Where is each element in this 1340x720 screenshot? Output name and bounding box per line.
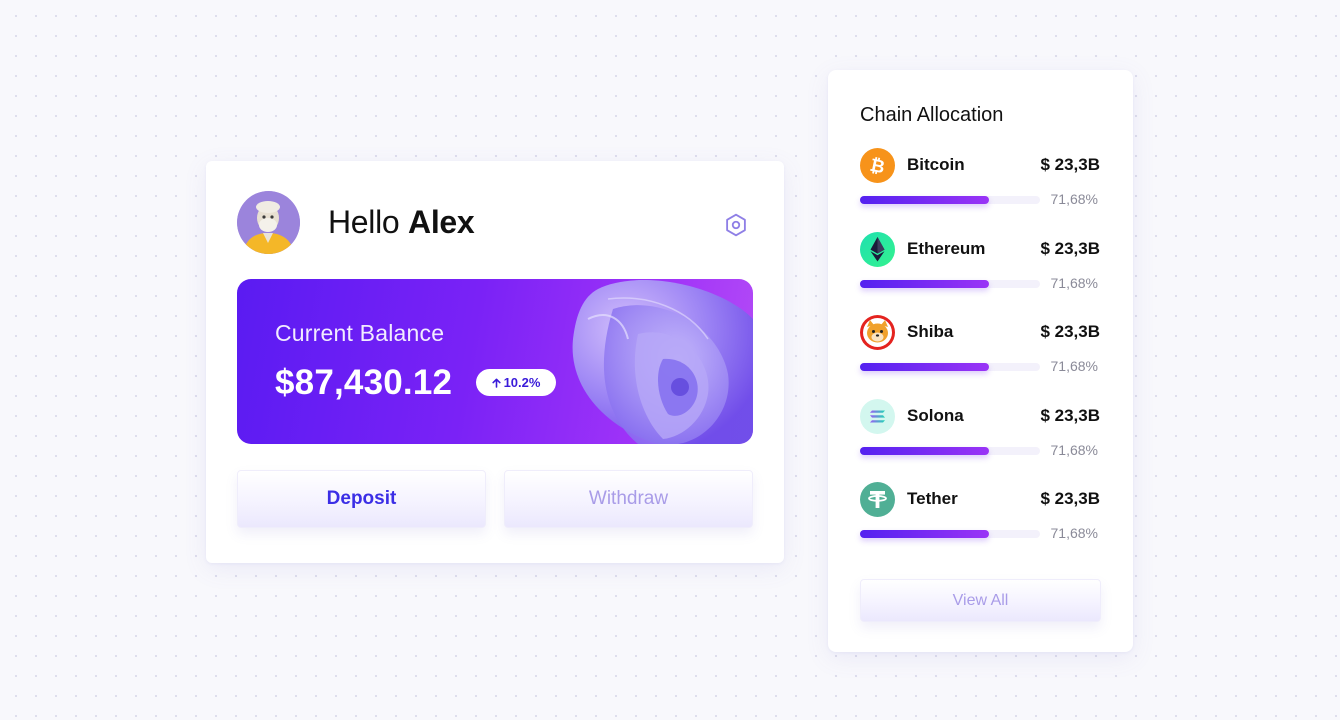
allocation-bar [860, 447, 1040, 455]
wallet-card: Hello Alex Current Balance $87,430.12 10… [206, 161, 784, 563]
allocation-bar [860, 530, 1040, 538]
coin-value: $ 23,3B [1040, 489, 1100, 508]
chain-allocation-title: Chain Allocation [860, 104, 1004, 126]
allocation-bar [860, 196, 1040, 204]
allocation-bar-fill [860, 447, 990, 455]
change-value: 10.2% [503, 375, 541, 390]
allocation-bar-fill [860, 530, 990, 538]
solana-icon [860, 399, 895, 434]
coin-row-solana[interactable]: Solona $ 23,3B 71,68% [860, 399, 1100, 469]
ethereum-icon [860, 232, 895, 267]
allocation-bar-fill [860, 280, 990, 288]
coin-name: Shiba [907, 322, 954, 341]
user-avatar[interactable] [237, 191, 300, 254]
coin-percent: 71,68% [1050, 191, 1098, 207]
coin-percent: 71,68% [1050, 442, 1098, 458]
bitcoin-icon: ₿ [860, 148, 895, 183]
coin-row-bitcoin[interactable]: ₿ Bitcoin $ 23,3B 71,68% [860, 148, 1100, 218]
coin-percent: 71,68% [1050, 525, 1098, 541]
view-all-button[interactable]: View All [860, 579, 1101, 622]
greeting: Hello Alex [328, 204, 475, 241]
user-name: Alex [408, 204, 475, 240]
coin-name: Ethereum [907, 239, 986, 258]
allocation-bar [860, 280, 1040, 288]
allocation-bar-fill [860, 363, 990, 371]
coin-value: $ 23,3B [1040, 322, 1100, 341]
coin-value: $ 23,3B [1040, 406, 1100, 425]
balance-amount: $87,430.12 [275, 363, 453, 402]
abstract-flower-art [572, 280, 753, 444]
coin-name: Solona [907, 406, 964, 425]
coin-row-ethereum[interactable]: Ethereum $ 23,3B 71,68% [860, 232, 1100, 302]
greeting-prefix: Hello [328, 204, 400, 240]
coin-name: Tether [907, 489, 958, 508]
tether-icon [860, 482, 895, 517]
withdraw-button[interactable]: Withdraw [504, 470, 753, 528]
arrow-up-icon [491, 378, 501, 388]
coin-value: $ 23,3B [1040, 239, 1100, 258]
balance-label: Current Balance [275, 320, 445, 346]
deposit-button[interactable]: Deposit [237, 470, 486, 528]
coin-row-shiba[interactable]: Shiba $ 23,3B 71,68% [860, 315, 1100, 385]
shiba-icon [860, 315, 895, 350]
coin-percent: 71,68% [1050, 275, 1098, 291]
svg-text:₿: ₿ [868, 155, 887, 178]
chain-allocation-card: Chain Allocation ₿ Bitcoin $ 23,3B 71,68… [828, 70, 1133, 652]
allocation-bar-fill [860, 196, 990, 204]
balance-panel: Current Balance $87,430.12 10.2% [237, 279, 753, 444]
allocation-bar [860, 363, 1040, 371]
coin-row-tether[interactable]: Tether $ 23,3B 71,68% [860, 482, 1100, 552]
settings-button[interactable] [722, 211, 750, 239]
gear-icon [726, 213, 746, 237]
coin-name: Bitcoin [907, 155, 965, 174]
coin-percent: 71,68% [1050, 358, 1098, 374]
change-badge: 10.2% [476, 369, 556, 396]
coin-value: $ 23,3B [1040, 155, 1100, 174]
